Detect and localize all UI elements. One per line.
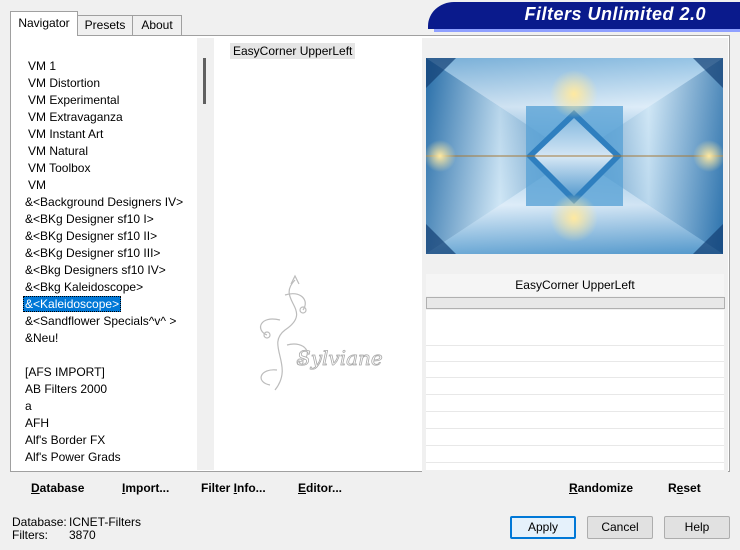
filter-item[interactable]: EasyCorner UpperLeft [230, 43, 356, 59]
category-item[interactable]: AFH [23, 415, 51, 431]
tab-presets[interactable]: Presets [77, 15, 133, 35]
tab-about[interactable]: About [132, 15, 182, 35]
watermark-text: Sylviane [297, 346, 383, 370]
reset-button[interactable]: Reset [668, 481, 701, 495]
category-item[interactable]: &<BKg Designer sf10 I> [23, 211, 156, 227]
editor-button[interactable]: Editor... [298, 481, 342, 495]
category-item[interactable]: &<Bkg Designers sf10 IV> [23, 262, 168, 278]
apply-button[interactable]: Apply [510, 516, 576, 539]
category-item[interactable]: &<BKg Designer sf10 III> [23, 245, 162, 261]
watermark-image: Sylviane [259, 274, 383, 391]
category-scrollbar[interactable] [197, 38, 214, 470]
category-item[interactable] [23, 347, 27, 363]
database-status: Database: ICNET-Filters [12, 515, 141, 529]
filter-info-button[interactable]: Filter Info... [201, 481, 266, 495]
filters-status: Filters: 3870 [12, 528, 96, 542]
parameter-row [426, 346, 724, 362]
parameter-row [426, 379, 724, 395]
category-item[interactable]: Alf's Power Grads [23, 449, 123, 465]
database-name: ICNET-Filters [69, 515, 141, 529]
category-item[interactable]: [AFS IMPORT] [23, 364, 107, 380]
category-item[interactable]: &<Background Designers IV> [23, 194, 185, 210]
preview-filter-name-row: EasyCorner UpperLeft [426, 274, 724, 296]
category-item[interactable]: AB Filters 2000 [23, 381, 109, 397]
parameter-row [426, 413, 724, 429]
parameter-row [426, 330, 724, 346]
category-item[interactable]: VM Extravaganza [26, 109, 125, 125]
parameter-row [426, 430, 724, 446]
category-item[interactable]: VM Natural [26, 143, 90, 159]
database-button[interactable]: Database [31, 481, 84, 495]
filter-count: 3870 [69, 528, 96, 542]
title-banner: Filters Unlimited 2.0 [428, 2, 740, 32]
preview-image [426, 58, 723, 254]
category-list[interactable]: VM 1 VM Distortion VM Experimental VM Extra… [13, 38, 201, 470]
parameter-list [426, 310, 724, 470]
category-item[interactable]: VM Distortion [26, 75, 102, 91]
category-item[interactable]: VM Experimental [26, 92, 121, 108]
preview-filter-name: EasyCorner UpperLeft [515, 278, 635, 292]
category-item[interactable]: &<BKg Designer sf10 II> [23, 228, 159, 244]
category-item[interactable]: a [23, 398, 34, 414]
category-item[interactable]: &<Bkg Kaleidoscope> [23, 279, 145, 295]
category-item[interactable]: VM 1 [26, 58, 58, 74]
scrollbar-thumb[interactable] [203, 58, 206, 104]
category-item[interactable]: &<Sandflower Specials^v^ > [23, 313, 178, 329]
parameter-row [426, 447, 724, 463]
banner-title: Filters Unlimited 2.0 [524, 4, 706, 24]
category-item[interactable]: VM Toolbox [26, 160, 92, 176]
import-button[interactable]: Import... [122, 481, 169, 495]
category-item[interactable]: &Neu! [23, 330, 60, 346]
category-item[interactable]: Alf's Border FX [23, 432, 107, 448]
parameter-row [426, 396, 724, 412]
cancel-button[interactable]: Cancel [587, 516, 653, 539]
category-item[interactable]: VM [26, 177, 48, 193]
help-button[interactable]: Help [664, 516, 730, 539]
randomize-button[interactable]: Randomize [569, 481, 633, 495]
category-item[interactable]: &<Kaleidoscope> [23, 296, 122, 312]
preview-progress-bar [426, 297, 725, 309]
tab-navigator[interactable]: Navigator [10, 11, 78, 36]
parameter-row [426, 362, 724, 378]
category-item[interactable]: VM Instant Art [26, 126, 105, 142]
